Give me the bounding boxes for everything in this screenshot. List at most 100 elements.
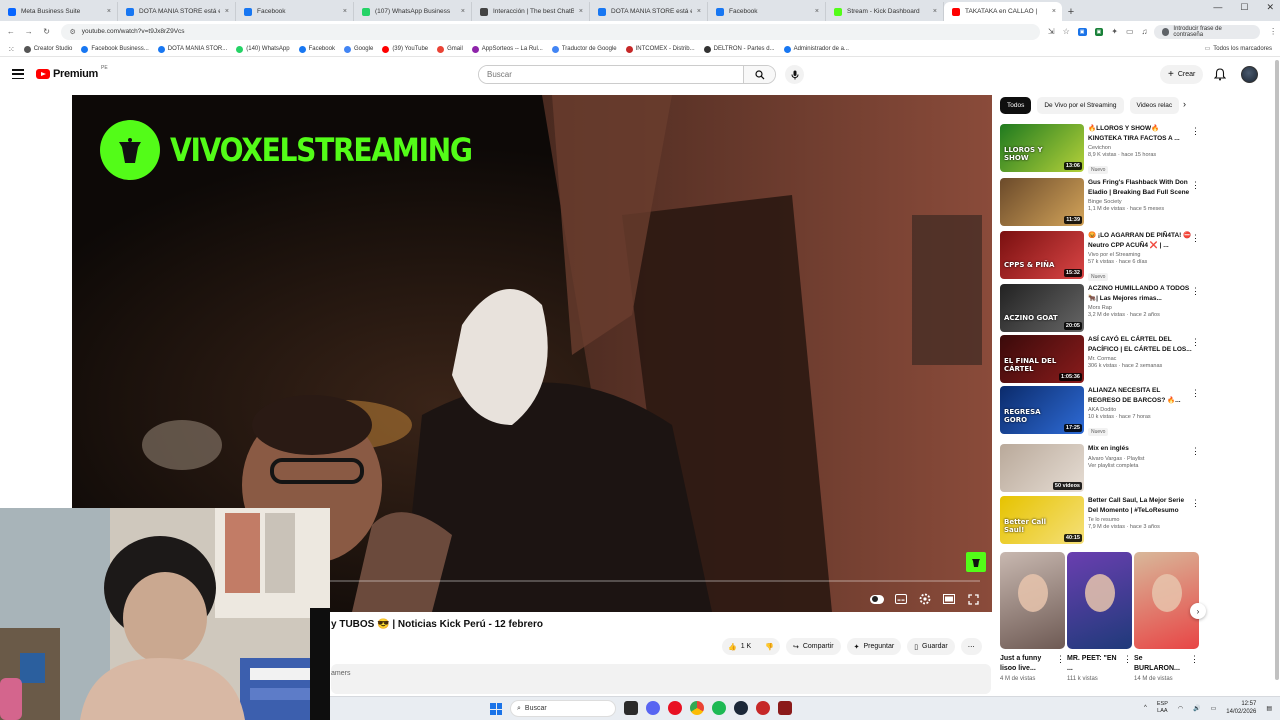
bookmark-item[interactable]: DELTRON - Partes d...: [703, 45, 775, 53]
channel-name[interactable]: Vivo por el Streaming: [1088, 252, 1192, 258]
like-button[interactable]: 👍 1 K: [728, 643, 751, 651]
video-thumbnail[interactable]: 50 videos: [1000, 444, 1084, 492]
install-icon[interactable]: ⇲: [1048, 27, 1055, 36]
more-vertical-icon[interactable]: ⋮: [1191, 337, 1200, 348]
windows-start-icon[interactable]: [490, 703, 502, 715]
voice-search-button[interactable]: [785, 65, 804, 84]
more-vertical-icon[interactable]: ⋮: [1191, 126, 1200, 137]
tab-close-icon[interactable]: ×: [933, 8, 937, 15]
tab-close-icon[interactable]: ×: [343, 8, 347, 15]
page-scrollbar[interactable]: [1274, 60, 1280, 700]
browser-tab[interactable]: DOTA MANIA STORE está en Fa ×: [590, 2, 708, 21]
more-vertical-icon[interactable]: ⋮: [1190, 654, 1199, 674]
bookmark-item[interactable]: Facebook: [298, 45, 335, 53]
bookmark-item[interactable]: Administrador de a...: [783, 45, 849, 53]
more-vertical-icon[interactable]: ⋮: [1191, 446, 1200, 457]
bookmark-star-icon[interactable]: ☆: [1063, 27, 1070, 36]
bookmark-item[interactable]: Traductor de Google: [551, 45, 617, 53]
create-button[interactable]: + Crear: [1160, 65, 1204, 84]
video-thumbnail[interactable]: Better Call Saul! 40:15: [1000, 496, 1084, 544]
tab-close-icon[interactable]: ×: [461, 8, 465, 15]
channel-name[interactable]: Mors Rap: [1088, 305, 1192, 311]
guide-menu-icon[interactable]: [12, 69, 24, 79]
tab-close-icon[interactable]: ×: [1052, 8, 1056, 15]
scrollbar-thumb[interactable]: [1275, 60, 1279, 680]
filter-chip[interactable]: Todos: [1000, 97, 1032, 114]
filter-chip[interactable]: De Vivo por el Streaming: [1037, 97, 1124, 114]
browser-menu-icon[interactable]: ⋮: [1266, 27, 1280, 36]
more-vertical-icon[interactable]: ⋮: [1191, 388, 1200, 399]
all-bookmarks[interactable]: ▭ Todos los marcadores: [1205, 45, 1272, 53]
channel-name[interactable]: Te lo resumo: [1088, 517, 1192, 523]
more-vertical-icon[interactable]: ⋮: [1056, 654, 1065, 674]
channel-name[interactable]: Cevichon: [1088, 145, 1192, 151]
channel-name[interactable]: Mr. Cormac: [1088, 356, 1192, 362]
recommended-video[interactable]: CPPS & PIÑA 15:32 😡 ¡LO AGARRAN DE PIÑ4TA!…: [1000, 231, 1200, 281]
passkey-button[interactable]: Introducir frase de contraseña: [1153, 24, 1261, 39]
discord-icon[interactable]: [646, 701, 660, 715]
game-launcher-icon[interactable]: [756, 701, 770, 715]
video-thumbnail[interactable]: REGRESA GORO 17:25: [1000, 386, 1084, 434]
tab-close-icon[interactable]: ×: [107, 8, 111, 15]
chevron-right-icon[interactable]: ›: [1183, 99, 1186, 109]
channel-name[interactable]: Alvaro Vargas · Playlist: [1088, 456, 1192, 462]
video-title[interactable]: ACZINO HUMILLANDO A TODOS 🐂| Las Mejores…: [1088, 284, 1192, 303]
sidebar-toggle-icon[interactable]: ▭: [1126, 27, 1134, 36]
video-thumbnail[interactable]: 11:39: [1000, 178, 1084, 226]
search-button[interactable]: [743, 66, 775, 83]
theater-mode-icon[interactable]: [942, 592, 956, 606]
browser-tab[interactable]: Stream - Kick Dashboard ×: [826, 2, 944, 21]
notification-center-icon[interactable]: ▤: [1266, 705, 1272, 712]
channel-name[interactable]: AKA Dodito: [1088, 407, 1192, 413]
maximize-icon[interactable]: ☐: [1240, 2, 1248, 13]
new-tab-button[interactable]: +: [1062, 2, 1080, 21]
recommended-video[interactable]: ACZINO GOAT 20:05 ACZINO HUMILLANDO A TODO…: [1000, 284, 1200, 334]
tab-close-icon[interactable]: ×: [697, 8, 701, 15]
notifications-bell-icon[interactable]: [1214, 68, 1226, 81]
ask-button[interactable]: ✦ Preguntar: [846, 638, 902, 655]
minimize-icon[interactable]: —: [1213, 2, 1222, 13]
video-thumbnail[interactable]: ACZINO GOAT 20:05: [1000, 284, 1084, 332]
video-title[interactable]: ALIANZA NECESITA EL REGRESO DE BARCOS? 🔥…: [1088, 386, 1192, 405]
extensions-puzzle-icon[interactable]: ✦: [1111, 27, 1118, 36]
taskbar-search[interactable]: ⌕ Buscar: [510, 700, 616, 717]
short-video[interactable]: Se BURLARON... ⋮ 14 M de vistas: [1134, 552, 1199, 682]
wifi-icon[interactable]: ◠: [1178, 705, 1183, 712]
tab-close-icon[interactable]: ×: [815, 8, 819, 15]
short-title[interactable]: Just a funny lisoo live...: [1000, 654, 1052, 674]
opera-icon[interactable]: [668, 701, 682, 715]
share-button[interactable]: ↪ Compartir: [785, 638, 841, 655]
autoplay-toggle[interactable]: [870, 592, 884, 606]
channel-name[interactable]: amers: [331, 670, 350, 677]
bookmark-item[interactable]: Creator Studio: [23, 45, 72, 53]
tray-chevron-icon[interactable]: ^: [1144, 705, 1147, 711]
browser-tab[interactable]: Interacción | The best ChatBot ×: [472, 2, 590, 21]
search-input[interactable]: [479, 66, 743, 83]
video-title[interactable]: ASÍ CAYÓ EL CÁRTEL DEL PACÍFICO | EL CÁR…: [1088, 335, 1192, 354]
tab-close-icon[interactable]: ×: [225, 8, 229, 15]
more-vertical-icon[interactable]: ⋮: [1123, 654, 1132, 674]
more-actions-button[interactable]: ⋯: [960, 638, 982, 655]
short-thumbnail[interactable]: [1000, 552, 1065, 649]
steam-icon[interactable]: [734, 701, 748, 715]
fullscreen-icon[interactable]: [966, 592, 980, 606]
browser-tab[interactable]: Facebook ×: [708, 2, 826, 21]
browser-tab[interactable]: TAKATAKA en CALLAO | ×: [944, 2, 1062, 21]
input-language[interactable]: ESP LAA: [1157, 701, 1168, 715]
recommended-video[interactable]: REGRESA GORO 17:25 ALIANZA NECESITA EL REG…: [1000, 386, 1200, 436]
browser-tab[interactable]: (107) WhatsApp Business ×: [354, 2, 472, 21]
settings-gear-icon[interactable]: [918, 592, 932, 606]
volume-icon[interactable]: 🔊: [1193, 705, 1200, 712]
recommended-video[interactable]: LLOROS Y SHOW 13:06 🔥LLOROS Y SHOW🔥 KINGTE…: [1000, 124, 1200, 174]
channel-name[interactable]: Binge Society: [1088, 199, 1192, 205]
recommended-video[interactable]: 50 videos Mix en inglés Alvaro Vargas · Pl…: [1000, 444, 1200, 494]
short-thumbnail[interactable]: [1067, 552, 1132, 649]
video-title[interactable]: Mix en inglés: [1088, 444, 1192, 454]
short-title[interactable]: MR. PEET: "EN ...: [1067, 654, 1119, 674]
file-explorer-icon[interactable]: [624, 701, 638, 715]
bookmark-item[interactable]: Google: [343, 45, 373, 53]
app-red-icon[interactable]: [778, 701, 792, 715]
bookmark-item[interactable]: (140) WhatsApp: [236, 45, 290, 53]
more-vertical-icon[interactable]: ⋮: [1191, 233, 1200, 244]
bookmark-item[interactable]: INTCOMEX - Distrib...: [625, 45, 695, 53]
